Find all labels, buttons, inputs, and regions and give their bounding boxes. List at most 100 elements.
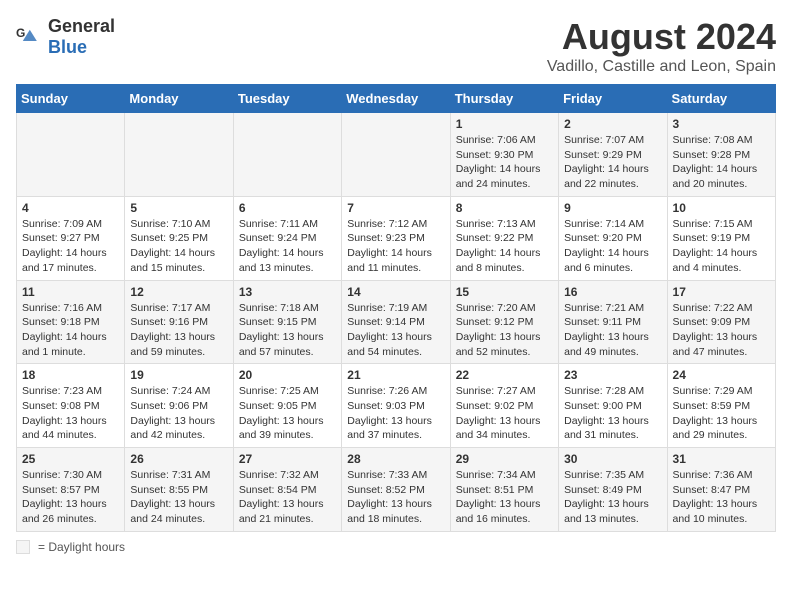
calendar-cell: 27Sunrise: 7:32 AM Sunset: 8:54 PM Dayli… bbox=[233, 448, 341, 532]
day-number: 14 bbox=[347, 285, 444, 299]
week-row-2: 4 Sunrise: 7:09 AM Sunset: 9:27 PM Daylig… bbox=[17, 196, 776, 280]
day-info: Sunrise: 7:20 AM Sunset: 9:12 PM Dayligh… bbox=[456, 301, 553, 360]
calendar-cell: 12 Sunrise: 7:17 AM Sunset: 9:16 PM Dayli… bbox=[125, 280, 233, 364]
day-info: Sunrise: 7:27 AM Sunset: 9:02 PM Dayligh… bbox=[456, 384, 553, 443]
logo: G General Blue bbox=[16, 16, 115, 58]
calendar-cell bbox=[233, 113, 341, 197]
legend: = Daylight hours bbox=[16, 540, 776, 554]
header-friday: Friday bbox=[559, 85, 667, 113]
day-info: Sunrise: 7:13 AM Sunset: 9:22 PM Dayligh… bbox=[456, 217, 553, 276]
calendar-cell: 6 Sunrise: 7:11 AM Sunset: 9:24 PM Daylig… bbox=[233, 196, 341, 280]
day-number: 22 bbox=[456, 368, 553, 382]
day-number: 18 bbox=[22, 368, 119, 382]
day-number: 31 bbox=[673, 452, 770, 466]
day-info: Sunrise: 7:36 AM Sunset: 8:47 PM Dayligh… bbox=[673, 468, 770, 527]
header-sunday: Sunday bbox=[17, 85, 125, 113]
day-info: Sunrise: 7:22 AM Sunset: 9:09 PM Dayligh… bbox=[673, 301, 770, 360]
day-number: 13 bbox=[239, 285, 336, 299]
day-info: Sunrise: 7:23 AM Sunset: 9:08 PM Dayligh… bbox=[22, 384, 119, 443]
day-info: Sunrise: 7:18 AM Sunset: 9:15 PM Dayligh… bbox=[239, 301, 336, 360]
calendar-cell: 13 Sunrise: 7:18 AM Sunset: 9:15 PM Dayli… bbox=[233, 280, 341, 364]
calendar-cell: 25Sunrise: 7:30 AM Sunset: 8:57 PM Dayli… bbox=[17, 448, 125, 532]
legend-label: = Daylight hours bbox=[38, 540, 125, 554]
week-row-5: 25Sunrise: 7:30 AM Sunset: 8:57 PM Dayli… bbox=[17, 448, 776, 532]
calendar-cell: 21 Sunrise: 7:26 AM Sunset: 9:03 PM Dayli… bbox=[342, 364, 450, 448]
calendar-cell: 9 Sunrise: 7:14 AM Sunset: 9:20 PM Daylig… bbox=[559, 196, 667, 280]
week-row-4: 18 Sunrise: 7:23 AM Sunset: 9:08 PM Dayli… bbox=[17, 364, 776, 448]
day-info: Sunrise: 7:07 AM Sunset: 9:29 PM Dayligh… bbox=[564, 133, 661, 192]
day-number: 10 bbox=[673, 201, 770, 215]
calendar-header-row: SundayMondayTuesdayWednesdayThursdayFrid… bbox=[17, 85, 776, 113]
svg-text:G: G bbox=[16, 26, 25, 40]
day-number: 1 bbox=[456, 117, 553, 131]
day-info: Sunrise: 7:10 AM Sunset: 9:25 PM Dayligh… bbox=[130, 217, 227, 276]
day-number: 28 bbox=[347, 452, 444, 466]
calendar-cell: 14 Sunrise: 7:19 AM Sunset: 9:14 PM Dayli… bbox=[342, 280, 450, 364]
day-number: 23 bbox=[564, 368, 661, 382]
calendar-cell: 8 Sunrise: 7:13 AM Sunset: 9:22 PM Daylig… bbox=[450, 196, 558, 280]
calendar-cell bbox=[342, 113, 450, 197]
day-info: Sunrise: 7:32 AM Sunset: 8:54 PM Dayligh… bbox=[239, 468, 336, 527]
day-info: Sunrise: 7:17 AM Sunset: 9:16 PM Dayligh… bbox=[130, 301, 227, 360]
day-info: Sunrise: 7:21 AM Sunset: 9:11 PM Dayligh… bbox=[564, 301, 661, 360]
day-info: Sunrise: 7:11 AM Sunset: 9:24 PM Dayligh… bbox=[239, 217, 336, 276]
calendar-cell: 15 Sunrise: 7:20 AM Sunset: 9:12 PM Dayli… bbox=[450, 280, 558, 364]
calendar-cell: 19Sunrise: 7:24 AM Sunset: 9:06 PM Dayli… bbox=[125, 364, 233, 448]
header-saturday: Saturday bbox=[667, 85, 775, 113]
day-number: 8 bbox=[456, 201, 553, 215]
day-number: 4 bbox=[22, 201, 119, 215]
day-number: 24 bbox=[673, 368, 770, 382]
week-row-1: 1 Sunrise: 7:06 AM Sunset: 9:30 PM Daylig… bbox=[17, 113, 776, 197]
calendar-cell: 10 Sunrise: 7:15 AM Sunset: 9:19 PM Dayli… bbox=[667, 196, 775, 280]
logo-blue: Blue bbox=[48, 37, 87, 57]
day-info: Sunrise: 7:30 AM Sunset: 8:57 PM Dayligh… bbox=[22, 468, 119, 527]
day-number: 12 bbox=[130, 285, 227, 299]
day-number: 11 bbox=[22, 285, 119, 299]
calendar-cell: 26Sunrise: 7:31 AM Sunset: 8:55 PM Dayli… bbox=[125, 448, 233, 532]
calendar-cell: 4 Sunrise: 7:09 AM Sunset: 9:27 PM Daylig… bbox=[17, 196, 125, 280]
day-info: Sunrise: 7:26 AM Sunset: 9:03 PM Dayligh… bbox=[347, 384, 444, 443]
calendar-cell: 24 Sunrise: 7:29 AM Sunset: 8:59 PM Dayli… bbox=[667, 364, 775, 448]
day-info: Sunrise: 7:12 AM Sunset: 9:23 PM Dayligh… bbox=[347, 217, 444, 276]
calendar-cell: 3 Sunrise: 7:08 AM Sunset: 9:28 PM Daylig… bbox=[667, 113, 775, 197]
calendar-cell: 7Sunrise: 7:12 AM Sunset: 9:23 PM Daylig… bbox=[342, 196, 450, 280]
day-info: Sunrise: 7:09 AM Sunset: 9:27 PM Dayligh… bbox=[22, 217, 119, 276]
header-tuesday: Tuesday bbox=[233, 85, 341, 113]
week-row-3: 11Sunrise: 7:16 AM Sunset: 9:18 PM Dayli… bbox=[17, 280, 776, 364]
day-info: Sunrise: 7:29 AM Sunset: 8:59 PM Dayligh… bbox=[673, 384, 770, 443]
day-number: 16 bbox=[564, 285, 661, 299]
calendar-cell: 28Sunrise: 7:33 AM Sunset: 8:52 PM Dayli… bbox=[342, 448, 450, 532]
day-number: 29 bbox=[456, 452, 553, 466]
day-info: Sunrise: 7:34 AM Sunset: 8:51 PM Dayligh… bbox=[456, 468, 553, 527]
main-title: August 2024 bbox=[547, 16, 776, 58]
title-area: August 2024 Vadillo, Castille and Leon, … bbox=[547, 16, 776, 76]
day-number: 5 bbox=[130, 201, 227, 215]
day-info: Sunrise: 7:15 AM Sunset: 9:19 PM Dayligh… bbox=[673, 217, 770, 276]
header: G General Blue August 2024 Vadillo, Cast… bbox=[16, 16, 776, 76]
calendar-cell: 23Sunrise: 7:28 AM Sunset: 9:00 PM Dayli… bbox=[559, 364, 667, 448]
calendar-cell: 20Sunrise: 7:25 AM Sunset: 9:05 PM Dayli… bbox=[233, 364, 341, 448]
day-info: Sunrise: 7:08 AM Sunset: 9:28 PM Dayligh… bbox=[673, 133, 770, 192]
header-wednesday: Wednesday bbox=[342, 85, 450, 113]
day-number: 6 bbox=[239, 201, 336, 215]
day-number: 17 bbox=[673, 285, 770, 299]
day-number: 15 bbox=[456, 285, 553, 299]
calendar-cell: 16 Sunrise: 7:21 AM Sunset: 9:11 PM Dayli… bbox=[559, 280, 667, 364]
day-number: 9 bbox=[564, 201, 661, 215]
calendar-cell: 29 Sunrise: 7:34 AM Sunset: 8:51 PM Dayli… bbox=[450, 448, 558, 532]
day-info: Sunrise: 7:24 AM Sunset: 9:06 PM Dayligh… bbox=[130, 384, 227, 443]
day-number: 2 bbox=[564, 117, 661, 131]
day-info: Sunrise: 7:35 AM Sunset: 8:49 PM Dayligh… bbox=[564, 468, 661, 527]
day-number: 30 bbox=[564, 452, 661, 466]
day-number: 3 bbox=[673, 117, 770, 131]
calendar-table: SundayMondayTuesdayWednesdayThursdayFrid… bbox=[16, 84, 776, 532]
day-number: 26 bbox=[130, 452, 227, 466]
day-info: Sunrise: 7:19 AM Sunset: 9:14 PM Dayligh… bbox=[347, 301, 444, 360]
calendar-cell: 11Sunrise: 7:16 AM Sunset: 9:18 PM Dayli… bbox=[17, 280, 125, 364]
day-number: 21 bbox=[347, 368, 444, 382]
calendar-cell: 1 Sunrise: 7:06 AM Sunset: 9:30 PM Daylig… bbox=[450, 113, 558, 197]
calendar-cell: 30 Sunrise: 7:35 AM Sunset: 8:49 PM Dayli… bbox=[559, 448, 667, 532]
header-monday: Monday bbox=[125, 85, 233, 113]
day-info: Sunrise: 7:14 AM Sunset: 9:20 PM Dayligh… bbox=[564, 217, 661, 276]
day-info: Sunrise: 7:06 AM Sunset: 9:30 PM Dayligh… bbox=[456, 133, 553, 192]
